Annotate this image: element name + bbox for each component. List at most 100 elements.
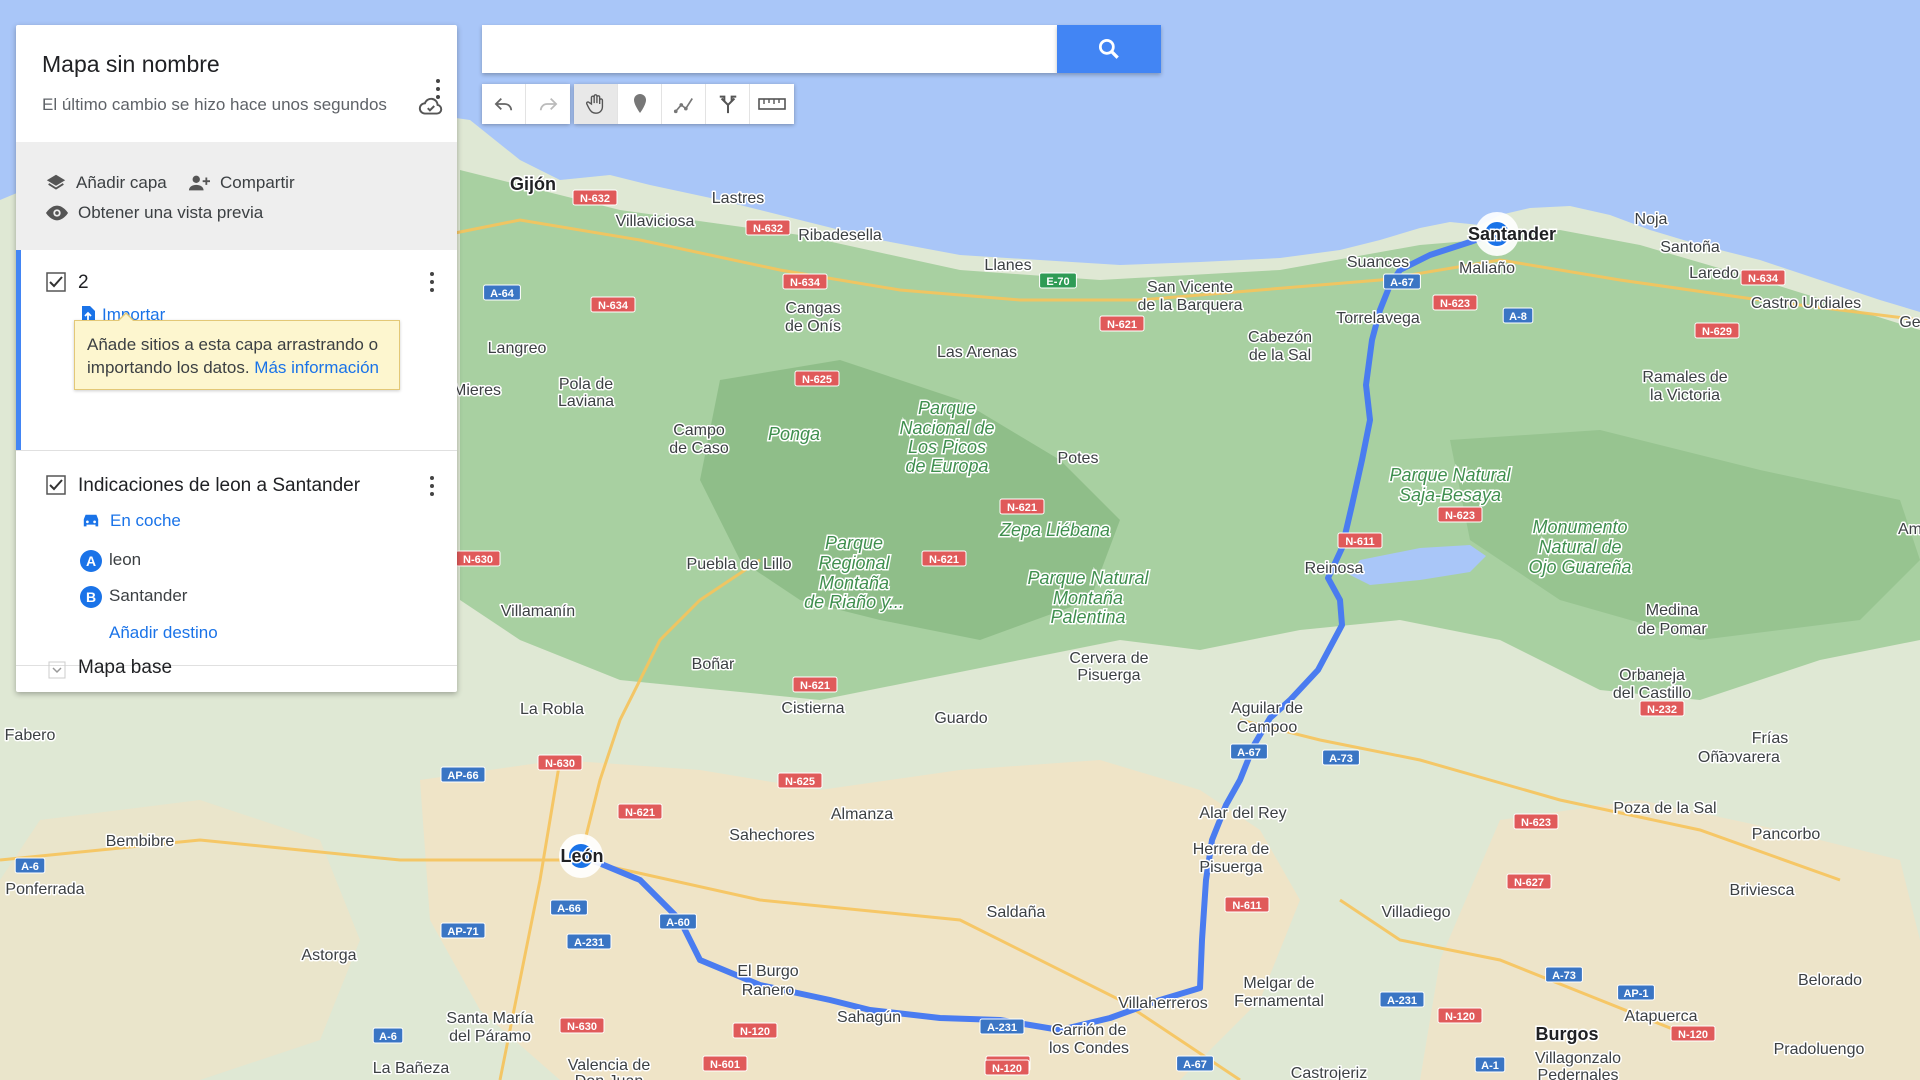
road-shield-label: N-632 [580, 193, 610, 205]
road-shield-label: N-621 [929, 554, 959, 566]
road-shield: AP-66 [440, 766, 486, 783]
waypoint-b[interactable]: Santander [109, 586, 187, 606]
road-shield-label: A-73 [1552, 970, 1576, 982]
road-shield: N-632 [745, 219, 791, 236]
road-shield: N-120 [1437, 1007, 1483, 1024]
place-label: de Pomar [1637, 621, 1707, 638]
place-label: Guardo [934, 710, 987, 727]
directions-layer-options-menu[interactable] [420, 470, 444, 502]
road-shield-label: N-120 [1445, 1011, 1475, 1023]
base-map-label[interactable]: Mapa base [78, 657, 172, 679]
place-label: de la Sal [1249, 347, 1311, 364]
road-shield: N-621 [617, 803, 663, 820]
add-layer-button[interactable]: Añadir capa [44, 172, 167, 194]
panel-actions: Añadir capa Compartir Obtener una vista … [16, 142, 457, 250]
road-shield-label: E-70 [1046, 276, 1069, 288]
redo-button[interactable] [526, 84, 570, 124]
road-shield: A-73 [1322, 749, 1360, 766]
place-label: Ribadesella [798, 227, 882, 244]
road-shield: N-621 [921, 550, 967, 567]
place-label: Boñar [692, 656, 735, 673]
directions-layer-checkbox[interactable] [46, 475, 66, 495]
place-label: Potes [1058, 450, 1099, 467]
road-shield: N-629 [1694, 322, 1740, 339]
road-shield-label: N-120 [1678, 1029, 1708, 1041]
place-label: Melgar de [1243, 975, 1314, 992]
road-shield: AP-71 [440, 922, 486, 939]
road-shield-label: A-231 [574, 937, 604, 949]
road-shield-label: N-634 [598, 300, 629, 312]
more-info-link[interactable]: Más información [254, 358, 379, 377]
place-label: Astorga [301, 947, 356, 964]
place-label: Castrojeriz [1291, 1065, 1367, 1080]
select-tool-button[interactable] [574, 84, 618, 124]
road-shield: N-625 [794, 370, 840, 387]
travel-mode-button[interactable]: En coche [80, 511, 181, 531]
add-marker-button[interactable] [618, 84, 662, 124]
map-title[interactable]: Mapa sin nombre [42, 51, 220, 78]
place-label: Noja [1635, 211, 1668, 228]
road-shield-label: AP-66 [447, 770, 478, 782]
place-label: Maliaño [1459, 260, 1515, 277]
road-shield-label: N-630 [545, 758, 575, 770]
place-label: Campoo [1237, 719, 1298, 736]
place-label: Palentina [1050, 607, 1125, 627]
history-toolbar [482, 84, 570, 124]
share-button[interactable]: Compartir [186, 172, 295, 194]
import-tip: Añade sitios a esta capa arrastrando o i… [74, 312, 400, 390]
road-shield: N-625 [777, 772, 823, 789]
undo-button[interactable] [482, 84, 526, 124]
road-shield-label: A-67 [1390, 277, 1414, 289]
road-shield: A-60 [659, 913, 697, 930]
place-label: Cistierna [781, 700, 844, 717]
road-shield: N-120 [732, 1022, 778, 1039]
preview-button[interactable]: Obtener una vista previa [44, 202, 263, 224]
place-label: Parque Natural [1389, 465, 1511, 485]
place-label: San Vicente [1147, 279, 1233, 296]
road-shield: N-120 [1670, 1025, 1716, 1042]
place-label: La Robla [520, 701, 584, 718]
search-button[interactable] [1057, 25, 1161, 73]
road-shield-label: A-60 [666, 917, 690, 929]
road-shield: A-6 [372, 1027, 404, 1044]
preview-label: Obtener una vista previa [78, 203, 264, 222]
directions-layer-name[interactable]: Indicaciones de leon a Santander [78, 475, 360, 497]
road-shield: A-231 [566, 933, 612, 950]
measure-button[interactable] [750, 84, 794, 124]
add-destination-link[interactable]: Añadir destino [109, 623, 218, 643]
search-icon [1098, 38, 1119, 59]
layer-2-checkbox[interactable] [46, 272, 66, 292]
search-input[interactable] [482, 25, 1057, 73]
place-label: El Burgo [737, 963, 798, 980]
road-shield-label: N-621 [625, 807, 655, 819]
draw-line-button[interactable] [662, 84, 706, 124]
road-shield: A-67 [1230, 743, 1268, 760]
road-shield-label: N-120 [992, 1063, 1022, 1075]
road-shield-label: N-625 [785, 776, 815, 788]
place-label: Puebla de Lillo [687, 556, 792, 573]
layer-2-options-menu[interactable] [420, 266, 444, 298]
layer-2-name[interactable]: 2 [78, 272, 89, 294]
place-label: Saldaña [987, 904, 1046, 921]
expand-base-map-icon[interactable] [48, 661, 66, 679]
road-shield-label: N-623 [1521, 817, 1551, 829]
place-label: Poza de la Sal [1613, 800, 1716, 817]
waypoint-a[interactable]: leon [109, 550, 141, 570]
place-label: Medina [1646, 602, 1699, 619]
road-shield: N-601 [702, 1055, 748, 1072]
road-shield-label: N-625 [802, 374, 832, 386]
place-label: Pradoluengo [1774, 1041, 1865, 1058]
road-shield: A-67 [1176, 1055, 1214, 1072]
travel-mode-label: En coche [110, 511, 181, 530]
place-label: de Caso [669, 440, 729, 457]
draw-line-icon [673, 98, 693, 114]
layers-panel: Mapa sin nombre El último cambio se hizo… [16, 25, 457, 692]
place-label: Castro Urdiales [1751, 295, 1861, 312]
ruler-icon [758, 98, 786, 110]
add-layer-label: Añadir capa [76, 173, 167, 192]
road-shield: N-623 [1513, 813, 1559, 830]
place-label: Valencia de [568, 1057, 651, 1074]
place-label: de Riaño y... [804, 592, 904, 612]
road-shield: E-70 [1039, 272, 1077, 289]
add-directions-button[interactable] [706, 84, 750, 124]
